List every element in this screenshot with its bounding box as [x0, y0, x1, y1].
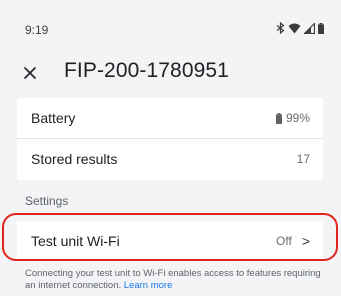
info-card: Battery 99% Stored results 17 [17, 98, 323, 180]
stored-results-count: 17 [296, 152, 310, 166]
cell-signal-icon [304, 22, 315, 34]
wifi-setting-row[interactable]: Test unit Wi-Fi Off > [17, 221, 323, 261]
info-description: Connecting your test unit to Wi-Fi enabl… [25, 268, 321, 291]
battery-row: Battery 99% [17, 98, 323, 138]
wifi-setting-value: Off > [276, 233, 310, 249]
battery-value: 99% [275, 111, 310, 125]
close-icon [24, 67, 36, 79]
stored-results-label: Stored results [31, 151, 118, 167]
battery-status-icon [318, 22, 324, 34]
status-time: 9:19 [25, 23, 49, 37]
chevron-right-icon: > [301, 233, 310, 249]
stored-results-row[interactable]: Stored results 17 [17, 139, 323, 179]
wifi-signal-icon [288, 23, 301, 34]
status-icons [276, 22, 324, 34]
learn-more-link[interactable]: Learn more [124, 280, 173, 291]
wifi-setting-label: Test unit Wi-Fi [31, 233, 120, 249]
page-title: FIP-200-1780951 [64, 59, 229, 82]
battery-label: Battery [31, 110, 76, 126]
status-bar: 9:19 [0, 0, 341, 48]
top-app-bar: FIP-200-1780951 [0, 48, 341, 98]
screen: 9:19 FIP-200-1780951 Battery 99% Stored … [0, 0, 341, 296]
bluetooth-icon [276, 22, 285, 34]
wifi-setting-card: Test unit Wi-Fi Off > [17, 221, 323, 261]
wifi-status: Off [276, 234, 292, 248]
battery-percent: 99% [285, 111, 310, 125]
battery-icon [275, 112, 282, 124]
settings-section-label: Settings [25, 194, 69, 208]
wifi-info-text: Connecting your test unit to Wi-Fi enabl… [25, 268, 325, 292]
close-button[interactable] [17, 60, 43, 86]
